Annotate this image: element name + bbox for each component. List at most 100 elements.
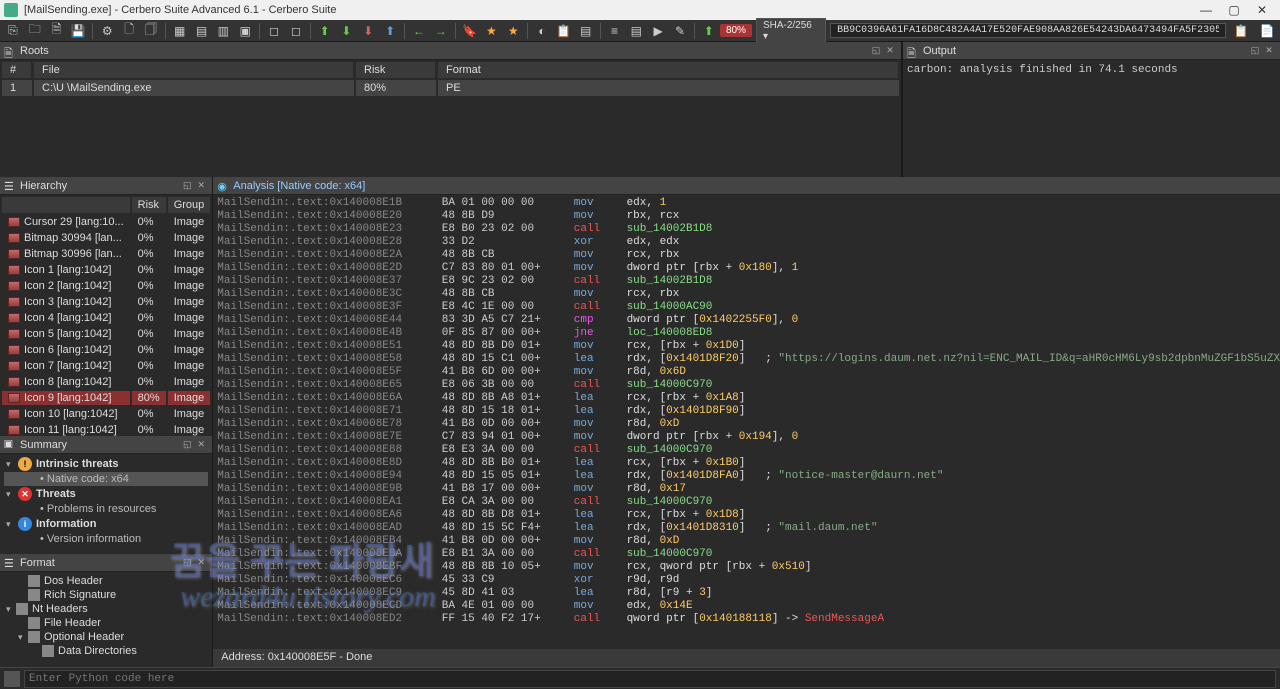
- asm-line[interactable]: MailSendin:.text:0x140008E65 E8 06 3B 00…: [217, 379, 1280, 392]
- col-file[interactable]: File: [34, 62, 354, 78]
- disassembly-view[interactable]: MailSendin:.text:0x140008E1B BA 01 00 00…: [213, 195, 1280, 649]
- tool-btn[interactable]: →: [431, 22, 451, 40]
- tool-btn[interactable]: ▶: [648, 22, 668, 40]
- summary-item[interactable]: ▾!Intrinsic threats: [4, 456, 208, 472]
- tool-btn[interactable]: 🗋: [119, 22, 139, 40]
- hierarchy-row[interactable]: Icon 8 [lang:1042]0%Image: [2, 375, 210, 389]
- asm-line[interactable]: MailSendin:.text:0x140008EA6 48 8D 8B D8…: [217, 509, 1280, 522]
- asm-line[interactable]: MailSendin:.text:0x140008E3F E8 4C 1E 00…: [217, 301, 1280, 314]
- tool-btn[interactable]: ⬆: [380, 22, 400, 40]
- asm-line[interactable]: MailSendin:.text:0x140008E23 E8 B0 23 02…: [217, 223, 1280, 236]
- tool-btn[interactable]: ⬆: [315, 22, 335, 40]
- tool-btn[interactable]: 📋: [554, 22, 574, 40]
- format-item[interactable]: Nt Headers: [4, 602, 208, 616]
- tool-btn[interactable]: ★: [503, 22, 523, 40]
- panel-close-icon[interactable]: ✕: [1262, 44, 1276, 58]
- asm-line[interactable]: MailSendin:.text:0x140008E3C 48 8B CB mo…: [217, 288, 1280, 301]
- asm-line[interactable]: MailSendin:.text:0x140008E78 41 B8 0D 00…: [217, 418, 1280, 431]
- asm-line[interactable]: MailSendin:.text:0x140008E51 48 8D 8B D0…: [217, 340, 1280, 353]
- asm-line[interactable]: MailSendin:.text:0x140008EC9 45 8D 41 03…: [217, 587, 1280, 600]
- format-item[interactable]: Optional Header: [4, 630, 208, 644]
- hierarchy-row[interactable]: Icon 7 [lang:1042]0%Image: [2, 359, 210, 373]
- asm-line[interactable]: MailSendin:.text:0x140008E7E C7 83 94 01…: [217, 431, 1280, 444]
- tool-btn[interactable]: ⚙: [97, 22, 117, 40]
- tool-btn[interactable]: ⎘: [3, 22, 23, 40]
- panel-pin-icon[interactable]: ◱: [180, 438, 194, 452]
- tool-btn[interactable]: 🗍: [141, 22, 161, 40]
- asm-line[interactable]: MailSendin:.text:0x140008E2A 48 8B CB mo…: [217, 249, 1280, 262]
- summary-item[interactable]: ▾✕Threats: [4, 486, 208, 502]
- format-item[interactable]: Rich Signature: [4, 588, 208, 602]
- hierarchy-row[interactable]: Icon 4 [lang:1042]0%Image: [2, 311, 210, 325]
- tool-btn[interactable]: 🔖: [460, 22, 480, 40]
- tool-btn[interactable]: ⬇: [337, 22, 357, 40]
- maximize-button[interactable]: ▢: [1220, 1, 1248, 19]
- panel-pin-icon[interactable]: ◱: [869, 44, 883, 58]
- tool-btn[interactable]: ⬇: [358, 22, 378, 40]
- tool-btn[interactable]: ◻: [264, 22, 284, 40]
- tool-btn[interactable]: 💾: [68, 22, 88, 40]
- hash-field[interactable]: [830, 23, 1226, 38]
- tool-btn[interactable]: 📄: [1257, 22, 1277, 40]
- hierarchy-row[interactable]: Icon 3 [lang:1042]0%Image: [2, 295, 210, 309]
- hierarchy-row[interactable]: Icon 10 [lang:1042]0%Image: [2, 407, 210, 421]
- hierarchy-row[interactable]: Icon 1 [lang:1042]0%Image: [2, 263, 210, 277]
- roots-row[interactable]: 1 C:\U \MailSending.exe 80% PE: [2, 80, 899, 96]
- tool-btn[interactable]: ≡: [605, 22, 625, 40]
- tool-btn[interactable]: ✎: [670, 22, 690, 40]
- tool-btn[interactable]: 🗎: [47, 22, 67, 40]
- summary-sub-item[interactable]: • Native code: x64: [4, 472, 208, 486]
- tool-btn[interactable]: ▦: [170, 22, 190, 40]
- asm-line[interactable]: MailSendin:.text:0x140008E44 83 3D A5 C7…: [217, 314, 1280, 327]
- panel-pin-icon[interactable]: ◱: [180, 556, 194, 570]
- hierarchy-row[interactable]: Bitmap 30994 [lan...0%Image: [2, 231, 210, 245]
- asm-line[interactable]: MailSendin:.text:0x140008EB4 41 B8 0D 00…: [217, 535, 1280, 548]
- asm-line[interactable]: MailSendin:.text:0x140008EAD 48 8D 15 5C…: [217, 522, 1280, 535]
- hash-algo-select[interactable]: SHA-2/256 ▾: [756, 18, 826, 44]
- asm-line[interactable]: MailSendin:.text:0x140008ED2 FF 15 40 F2…: [217, 613, 1280, 626]
- hierarchy-row[interactable]: Cursor 29 [lang:10...0%Image: [2, 215, 210, 229]
- python-input[interactable]: [24, 670, 1276, 688]
- asm-line[interactable]: MailSendin:.text:0x140008E94 48 8D 15 05…: [217, 470, 1280, 483]
- hierarchy-row[interactable]: Icon 11 [lang:1042]0%Image: [2, 423, 210, 436]
- asm-line[interactable]: MailSendin:.text:0x140008E28 33 D2 xor e…: [217, 236, 1280, 249]
- panel-pin-icon[interactable]: ◱: [180, 179, 194, 193]
- summary-sub-item[interactable]: • Version information: [4, 532, 208, 546]
- asm-line[interactable]: MailSendin:.text:0x140008E5F 41 B8 6D 00…: [217, 366, 1280, 379]
- asm-line[interactable]: MailSendin:.text:0x140008EBA E8 B1 3A 00…: [217, 548, 1280, 561]
- col-risk[interactable]: Risk: [356, 62, 436, 78]
- asm-line[interactable]: MailSendin:.text:0x140008ECD BA 4E 01 00…: [217, 600, 1280, 613]
- minimize-button[interactable]: —: [1192, 1, 1220, 19]
- col-format[interactable]: Format: [438, 62, 899, 78]
- tool-btn[interactable]: ▤: [626, 22, 646, 40]
- tool-btn[interactable]: ◐: [532, 22, 552, 40]
- format-item[interactable]: Dos Header: [4, 574, 208, 588]
- tool-btn[interactable]: 🗀: [25, 22, 45, 40]
- asm-line[interactable]: MailSendin:.text:0x140008EC6 45 33 C9 xo…: [217, 574, 1280, 587]
- asm-line[interactable]: MailSendin:.text:0x140008E20 48 8B D9 mo…: [217, 210, 1280, 223]
- panel-close-icon[interactable]: ✕: [194, 179, 208, 193]
- asm-line[interactable]: MailSendin:.text:0x140008E2D C7 83 80 01…: [217, 262, 1280, 275]
- tool-btn[interactable]: ▣: [235, 22, 255, 40]
- col-num[interactable]: #: [2, 62, 32, 78]
- asm-line[interactable]: MailSendin:.text:0x140008E37 E8 9C 23 02…: [217, 275, 1280, 288]
- asm-line[interactable]: MailSendin:.text:0x140008E6A 48 8D 8B A8…: [217, 392, 1280, 405]
- summary-item[interactable]: ▾iInformation: [4, 516, 208, 532]
- close-button[interactable]: ✕: [1248, 1, 1276, 19]
- tool-btn[interactable]: ⬆: [699, 22, 719, 40]
- tool-btn[interactable]: ▤: [192, 22, 212, 40]
- panel-close-icon[interactable]: ✕: [883, 44, 897, 58]
- hierarchy-row[interactable]: Icon 6 [lang:1042]0%Image: [2, 343, 210, 357]
- asm-line[interactable]: MailSendin:.text:0x140008EA1 E8 CA 3A 00…: [217, 496, 1280, 509]
- asm-line[interactable]: MailSendin:.text:0x140008E4B 0F 85 87 00…: [217, 327, 1280, 340]
- format-item[interactable]: File Header: [4, 616, 208, 630]
- asm-line[interactable]: MailSendin:.text:0x140008E1B BA 01 00 00…: [217, 197, 1280, 210]
- asm-line[interactable]: MailSendin:.text:0x140008E9B 41 B8 17 00…: [217, 483, 1280, 496]
- hierarchy-row[interactable]: Bitmap 30996 [lan...0%Image: [2, 247, 210, 261]
- tool-btn[interactable]: ▤: [576, 22, 596, 40]
- summary-sub-item[interactable]: • Problems in resources: [4, 502, 208, 516]
- tool-btn[interactable]: ★: [481, 22, 501, 40]
- hierarchy-row[interactable]: Icon 5 [lang:1042]0%Image: [2, 327, 210, 341]
- format-item[interactable]: Data Directories: [4, 644, 208, 658]
- asm-line[interactable]: MailSendin:.text:0x140008EBF 48 8B 8B 10…: [217, 561, 1280, 574]
